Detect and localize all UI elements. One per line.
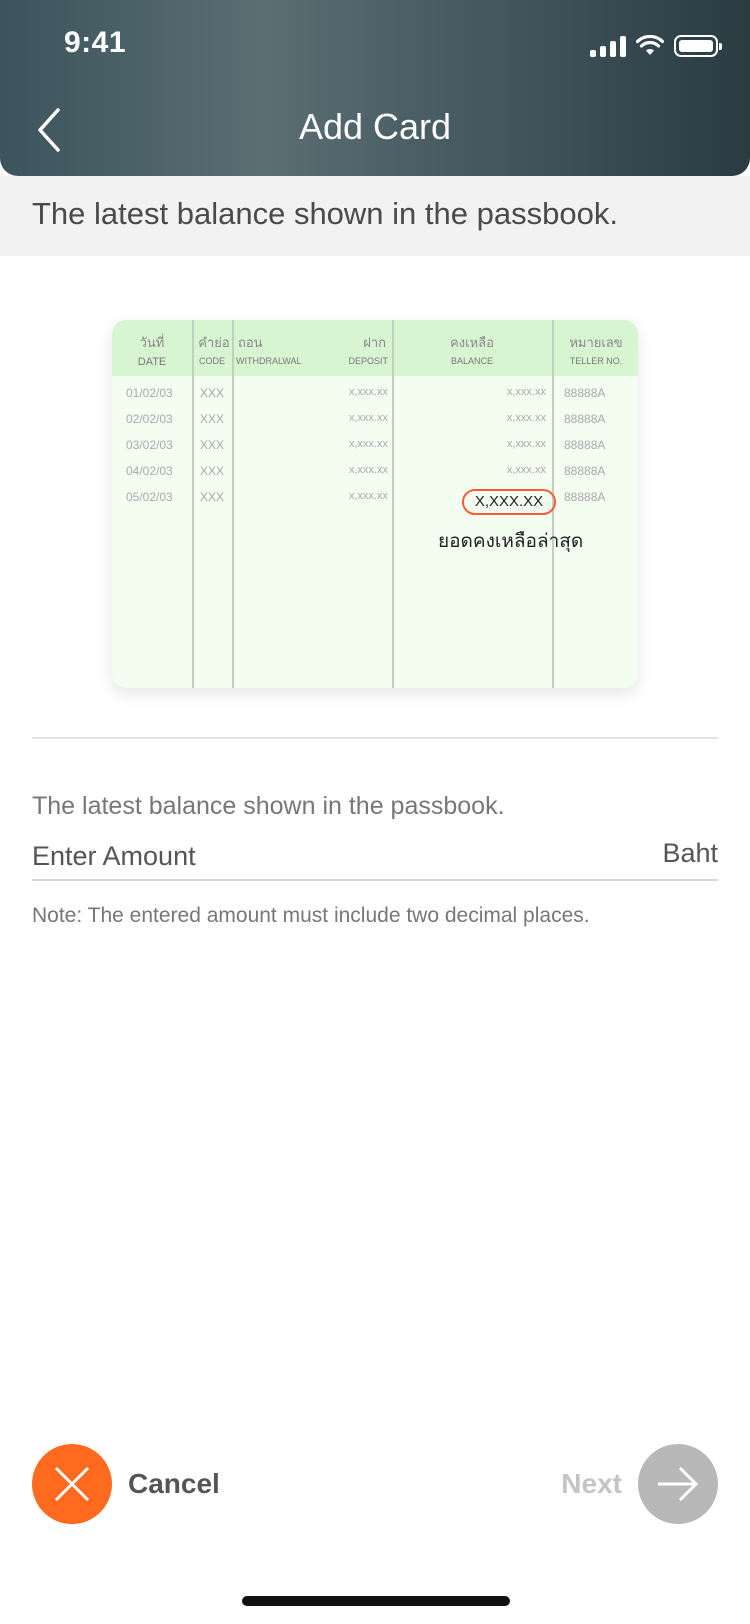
cancel-button[interactable]: Cancel: [32, 1444, 220, 1524]
col-teller-en: TELLER NO.: [569, 356, 623, 366]
row-deposit: x,xxx.xx: [348, 464, 388, 476]
row-balance: x,xxx.xx: [506, 438, 546, 450]
passbook-illustration: วันที่ DATE คำย่อ CODE ถอน WITHDRALWAL ฝ…: [112, 320, 638, 688]
battery-icon: [674, 35, 722, 57]
arrow-right-icon: [658, 1466, 699, 1502]
row-code: XXX: [200, 490, 225, 504]
col-deposit-en: DEPOSIT: [348, 356, 388, 366]
page-title: Add Card: [298, 106, 452, 147]
row-date: 05/02/03: [126, 490, 173, 504]
col-date-thai: วันที่: [139, 335, 165, 350]
passbook-row: 02/02/03 XXX x,xxx.xx x,xxx.xx 88888A: [112, 412, 638, 438]
row-code: XXX: [200, 412, 225, 426]
row-code: XXX: [200, 464, 225, 478]
status-icons: [590, 32, 722, 60]
row-balance: x,xxx.xx: [506, 386, 546, 398]
row-deposit: x,xxx.xx: [348, 438, 388, 450]
col-code-thai: คำย่อ: [198, 335, 230, 350]
page-subtitle: The latest balance shown in the passbook…: [32, 196, 618, 231]
section-divider: [32, 737, 718, 739]
row-teller: 88888A: [564, 412, 606, 426]
cellular-signal-icon: [590, 35, 626, 57]
row-code: XXX: [200, 438, 225, 452]
row-date: 02/02/03: [126, 412, 173, 426]
row-teller: 88888A: [564, 490, 606, 504]
row-teller: 88888A: [564, 438, 606, 452]
col-withdrawal-thai: ถอน: [238, 335, 263, 350]
row-teller: 88888A: [564, 464, 606, 478]
next-label: Next: [561, 1468, 622, 1499]
close-icon: [54, 1466, 90, 1502]
row-code: XXX: [200, 386, 225, 400]
next-circle: [638, 1444, 718, 1524]
cancel-label: Cancel: [128, 1468, 220, 1499]
col-teller-thai: หมายเลข: [569, 335, 623, 350]
next-button[interactable]: Next: [561, 1444, 718, 1524]
col-date-en: DATE: [137, 356, 167, 368]
col-deposit-thai: ฝาก: [363, 335, 386, 350]
row-teller: 88888A: [564, 386, 606, 400]
col-code-en: CODE: [198, 356, 225, 366]
row-balance: x,xxx.xx: [506, 412, 546, 424]
app-header: 9:41 Add Card: [0, 0, 750, 176]
row-deposit: x,xxx.xx: [348, 386, 388, 398]
row-date: 04/02/03: [126, 464, 173, 478]
col-balance-en: BALANCE: [450, 356, 494, 366]
row-deposit: x,xxx.xx: [348, 490, 388, 502]
cancel-circle: [32, 1444, 112, 1524]
row-date: 03/02/03: [126, 438, 173, 452]
row-deposit: x,xxx.xx: [348, 412, 388, 424]
amount-input[interactable]: [32, 836, 592, 876]
wifi-icon: [636, 35, 664, 55]
passbook-row: 01/02/03 XXX x,xxx.xx x,xxx.xx 88888A: [112, 386, 638, 412]
col-balance-thai: คงเหลือ: [450, 335, 494, 350]
status-time: 9:41: [64, 26, 127, 59]
passbook-row: 04/02/03 XXX x,xxx.xx x,xxx.xx 88888A: [112, 464, 638, 490]
home-indicator: [242, 1596, 510, 1606]
row-balance: x,xxx.xx: [506, 464, 546, 476]
currency-unit: Baht: [662, 838, 718, 868]
passbook-row: 05/02/03 XXX x,xxx.xx 88888A: [112, 490, 638, 516]
decimal-note: Note: The entered amount must include tw…: [32, 904, 590, 927]
passbook-row: 03/02/03 XXX x,xxx.xx x,xxx.xx 88888A: [112, 438, 638, 464]
latest-balance-highlight: X,XXX.XX: [462, 489, 556, 515]
amount-field-label: The latest balance shown in the passbook…: [32, 792, 505, 820]
row-date: 01/02/03: [126, 386, 173, 400]
latest-balance-caption: ยอดคงเหลือล่าสุด: [438, 531, 584, 552]
input-underline: [32, 879, 718, 881]
